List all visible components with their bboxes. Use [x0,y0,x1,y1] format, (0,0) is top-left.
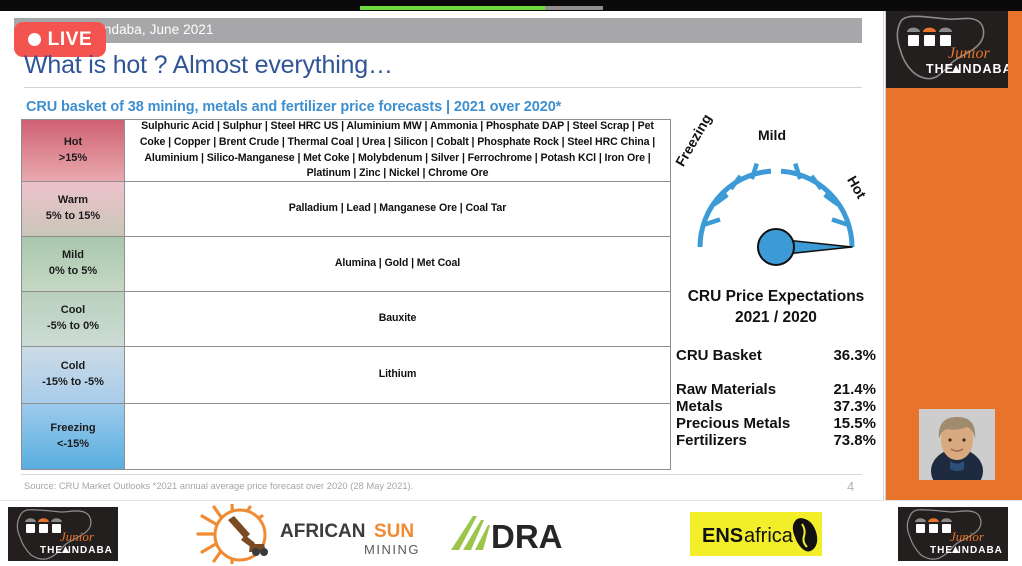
stat-label: Metals [676,397,723,415]
speaker-video-thumbnail[interactable] [919,409,995,480]
svg-text:THE: THE [930,545,953,556]
stat-value: 36.3% [833,346,876,364]
row-label-name: Hot [63,135,83,148]
table-row-label: Cool -5% to 0% [22,292,125,346]
source-divider [21,474,862,475]
sponsor-dra: DRA [447,501,577,566]
stats-title-line1: CRU Price Expectations [687,288,865,305]
table-row-label: Hot >15% [22,120,125,181]
stat-row-fertilizers: Fertilizers 73.8% [676,432,876,449]
row-label-range: >15% [58,151,88,164]
row-label-range: 0% to 5% [48,265,98,277]
table-row-items: Palladium | Lead | Manganese Ore | Coal … [288,202,507,215]
stat-label: CRU Basket [676,346,762,364]
sponsor-junior-indaba: Junior THE INDABA [8,501,118,566]
svg-text:Junior: Junior [60,529,95,544]
sponsor-african-sun-mining: AFRICAN SUN MINING [188,501,434,566]
video-progress-bar[interactable] [360,6,603,10]
stat-label: Raw Materials [676,380,777,398]
stat-value: 73.8% [833,431,876,449]
stat-value: 15.5% [833,414,876,432]
table-row-items: Lithium [378,368,417,381]
stat-label: Precious Metals [676,414,791,432]
table-row-label: Warm 5% to 15% [22,182,125,236]
page-subtitle: CRU basket of 38 mining, metals and fert… [26,99,562,115]
page-number: 4 [847,479,855,494]
live-badge-label: LIVE [47,28,93,50]
svg-text:Junior: Junior [950,529,985,544]
row-label-name: Cool [60,304,86,317]
table-row: Warm 5% to 15% Palladium | Lead | Mangan… [22,182,670,237]
table-row-items: Bauxite [378,312,417,325]
gauge-dial-icon [697,162,855,266]
row-label-range: 5% to 15% [45,210,101,222]
row-label-name: Cold [60,360,86,373]
slide-header-text: Indaba, June 2021 [100,22,214,37]
row-label-name: Mild [62,249,84,262]
slide-stage: Indaba, June 2021 LIVE What is hot ? Alm… [0,0,1022,566]
svg-text:INDABA: INDABA [958,545,1003,556]
stat-row-metals: Metals 37.3% [676,398,876,415]
title-divider [24,87,862,88]
svg-text:INDABA: INDABA [68,545,113,556]
stat-row-cru-basket: CRU Basket 36.3% [676,347,876,364]
row-label-range: -15% to -5% [42,376,104,388]
stat-value: 37.3% [833,397,876,415]
svg-text:Junior: Junior [948,45,991,62]
sponsor-text-ens: ENS [702,525,743,547]
table-row: Freezing <-15% [22,404,670,469]
table-row: Mild 0% to 5% Alumina | Gold | Met Coal [22,237,670,292]
cru-price-expectations-panel: CRU Price Expectations 2021 / 2020 CRU B… [676,287,876,449]
presentation-slide: Indaba, June 2021 LIVE What is hot ? Alm… [0,11,884,500]
gauge-label-mild: Mild [758,127,786,143]
sponsor-ens-africa: ENS africa [690,501,822,566]
sponsor-text-dra: DRA [491,518,563,555]
stat-row-precious-metals: Precious Metals 15.5% [676,415,876,432]
row-label-name: Freezing [50,421,96,434]
table-row-label: Mild 0% to 5% [22,237,125,291]
price-sentiment-gauge: Mild Freezing Hot [672,111,876,271]
sponsor-text-sun: SUN [374,521,414,542]
stat-label: Fertilizers [676,431,747,449]
table-row: Hot >15% Sulphuric Acid | Sulphur | Stee… [22,120,670,182]
table-row-label: Cold -15% to -5% [22,347,125,403]
price-forecast-table: Hot >15% Sulphuric Acid | Sulphur | Stee… [21,119,671,470]
sponsor-strip: Junior THE INDABA AFRICAN SUN MINING DRA… [0,500,1022,566]
sponsor-junior-indaba-right: Junior THE INDABA [898,501,1008,566]
stats-rows: CRU Basket 36.3% Raw Materials 21.4% Met… [676,347,876,449]
table-row-items: Sulphuric Acid | Sulphur | Steel HRC US … [139,119,656,180]
sponsor-text-african: AFRICAN [280,521,366,542]
stat-row-raw-materials: Raw Materials 21.4% [676,381,876,398]
svg-text:THE: THE [926,62,954,76]
branding-rail: Junior THE INDABA [885,11,1022,500]
video-progress-fill [360,6,545,10]
sponsor-text-africa: africa [744,525,794,547]
svg-text:INDABA: INDABA [958,62,1008,76]
stat-value: 21.4% [833,380,876,398]
row-label-range: -5% to 0% [47,320,99,332]
page-title: What is hot ? Almost everything… [24,51,393,79]
junior-indaba-logo: Junior THE INDABA [886,11,1008,88]
row-label-range: <-15% [56,437,90,450]
row-label-name: Warm [57,194,89,207]
table-row-label: Freezing <-15% [22,404,125,469]
svg-text:THE: THE [40,545,63,556]
stats-title-line2: 2021 / 2020 [735,308,817,326]
table-row: Cold -15% to -5% Lithium [22,347,670,404]
stats-title: CRU Price Expectations 2021 / 2020 [676,287,876,329]
live-dot-icon [27,33,41,46]
source-note: Source: CRU Market Outlooks *2021 annual… [24,480,414,491]
table-row-items [125,404,670,469]
sponsor-text-mining: MINING [364,542,420,557]
table-row: Cool -5% to 0% Bauxite [22,292,670,347]
table-row-items: Alumina | Gold | Met Coal [334,257,461,270]
